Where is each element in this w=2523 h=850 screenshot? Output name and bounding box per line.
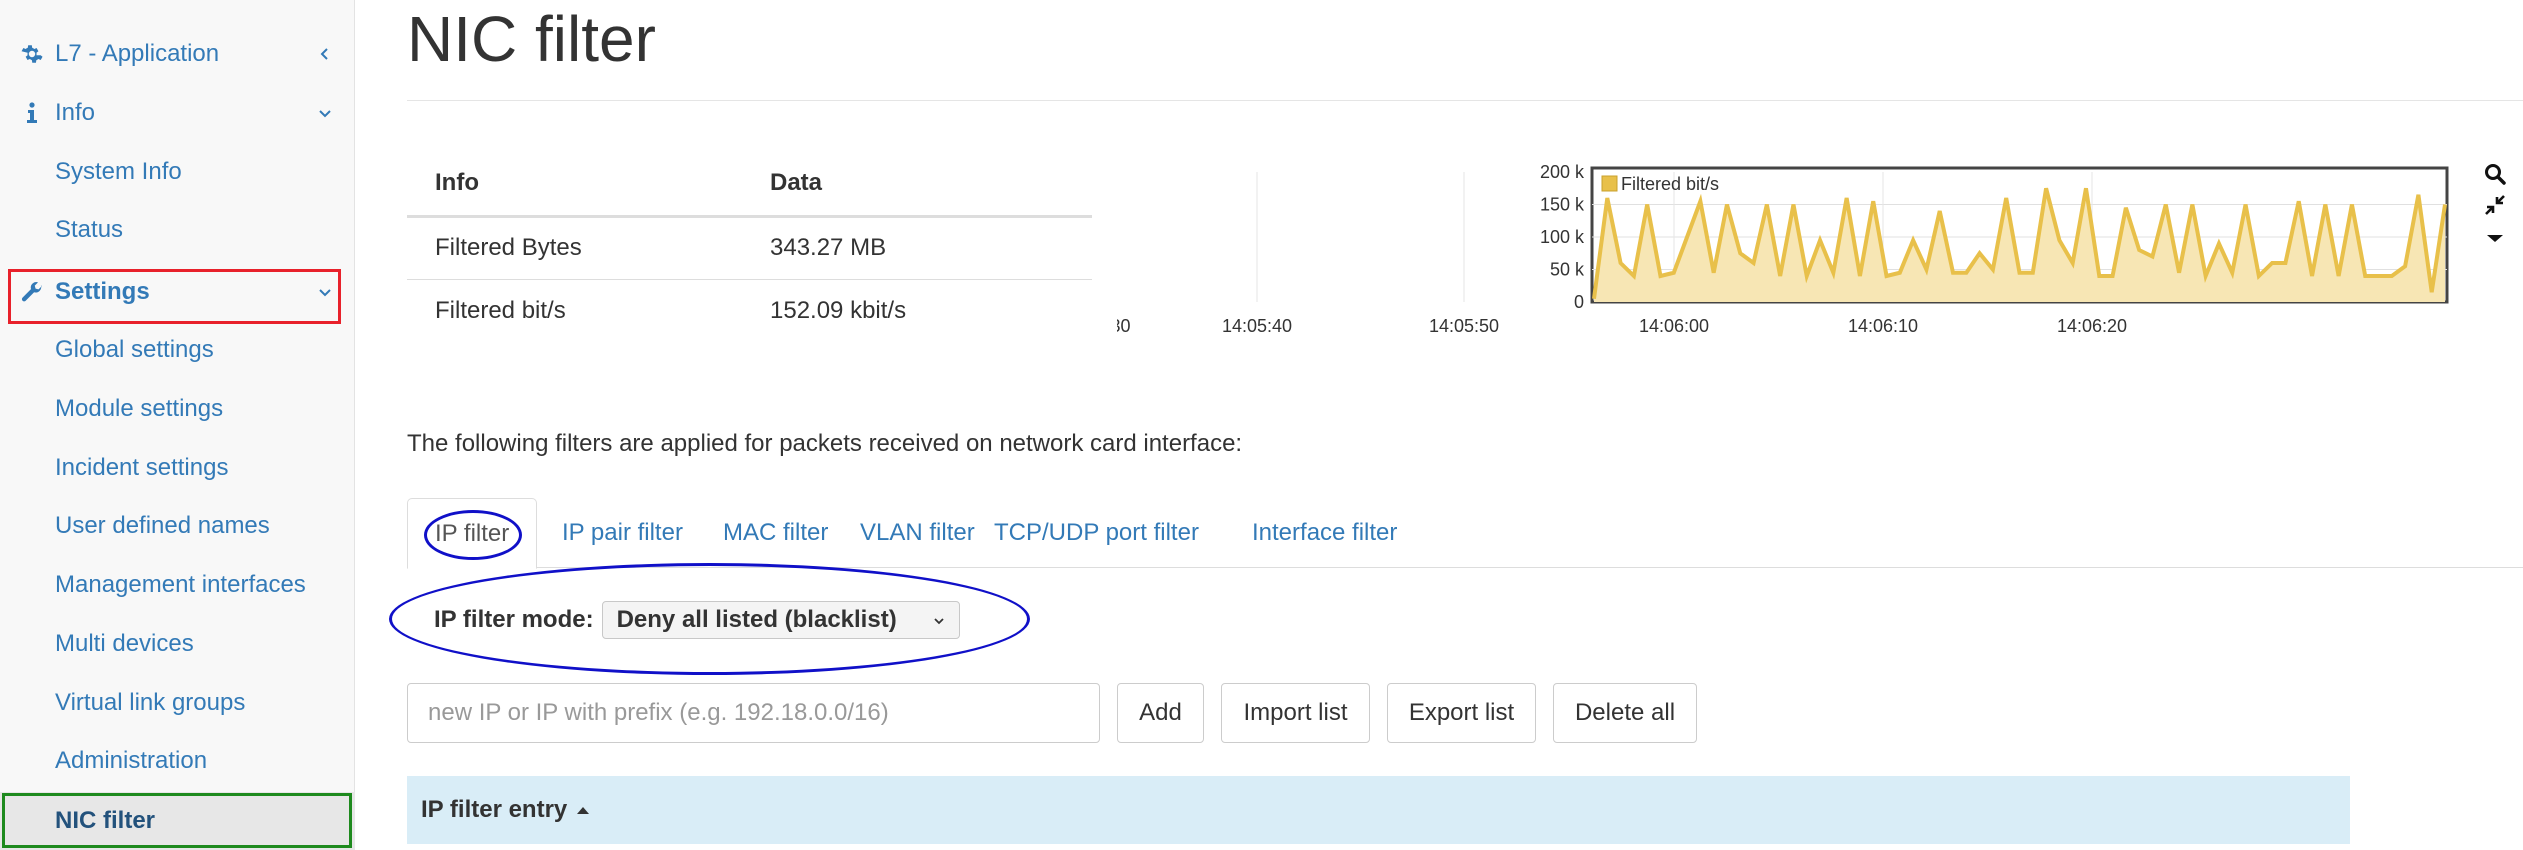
import-list-button[interactable]: Import list: [1221, 683, 1370, 743]
chevron-down-icon: [933, 606, 945, 634]
table-header-row: Info Data: [407, 152, 1092, 218]
info-icon: [20, 101, 44, 125]
sidebar-item-global-settings[interactable]: Global settings: [0, 321, 355, 379]
sidebar-item-label: Status: [55, 216, 124, 243]
tab-interface-filter[interactable]: Interface filter: [1225, 498, 1424, 568]
sidebar-item-label: Info: [55, 99, 96, 126]
column-header-info: Info: [407, 152, 742, 218]
filtered-bitrate-chart: 200 k 150 k 100 k 50 k 0 2020-04-16 14:05:30 1…: [963, 148, 2487, 348]
magnifier-icon[interactable]: [2479, 158, 2511, 190]
sidebar-item-administration[interactable]: Administration: [0, 732, 355, 790]
y-tick-label: 0: [1574, 292, 1584, 312]
sidebar-item-user-defined-names[interactable]: User defined names: [0, 497, 355, 555]
gear-icon: [20, 42, 44, 66]
sidebar-item-management-interfaces[interactable]: Management interfaces: [0, 556, 355, 614]
table-cell: Filtered Bytes: [407, 216, 742, 280]
collapse-icon[interactable]: [2479, 189, 2511, 221]
tab-annotation-oval: [424, 510, 522, 560]
x-tick-label: 14:05:50: [1429, 316, 1499, 336]
sidebar-item-label: Module settings: [55, 395, 224, 422]
sidebar-item-label: User defined names: [55, 512, 270, 539]
settings-highlight-box: [8, 269, 341, 324]
ip-filter-entry-column-header[interactable]: IP filter entry: [407, 776, 2350, 844]
tab-mac-filter[interactable]: MAC filter: [696, 498, 855, 568]
sidebar: L7 - Application Info System Info Status…: [0, 0, 355, 850]
add-button[interactable]: Add: [1117, 683, 1204, 743]
main-content: NIC filter Info Data Filtered Bytes 343.…: [389, 0, 2523, 844]
delete-all-button[interactable]: Delete all: [1553, 683, 1697, 743]
sidebar-item-info[interactable]: Info: [0, 84, 355, 142]
chevron-down-icon: [315, 103, 335, 123]
tab-ip-pair-filter[interactable]: IP pair filter: [535, 498, 710, 568]
table-cell: 152.09 kbit/s: [770, 296, 907, 324]
sidebar-item-label: Administration: [55, 747, 208, 774]
sidebar-item-multi-devices[interactable]: Multi devices: [0, 615, 355, 673]
table-cell: 343.27 MB: [742, 216, 1092, 280]
x-tick-label: 14:06:20: [2057, 316, 2127, 336]
tab-tcp-udp-port-filter[interactable]: TCP/UDP port filter: [967, 498, 1226, 568]
title-divider: [407, 100, 2523, 101]
page-title: NIC filter: [407, 3, 656, 75]
x-tick-label: 14:05:40: [1222, 316, 1292, 336]
filter-mode-select[interactable]: Deny all listed (blacklist): [601, 601, 960, 639]
sidebar-item-label: Global settings: [55, 336, 214, 363]
ip-input[interactable]: [407, 683, 1100, 743]
column-header-data: Data: [742, 152, 1092, 218]
filter-tabs: IP filter IP pair filter MAC filter VLAN…: [407, 498, 2523, 569]
sidebar-item-label: Management interfaces: [55, 571, 306, 598]
y-tick-label: 50 k: [1550, 260, 1585, 280]
table-row: Filtered bit/s 152.09 kbit/s: [407, 279, 1092, 342]
sidebar-item-incident-settings[interactable]: Incident settings: [0, 439, 355, 497]
chart-svg: 200 k 150 k 100 k 50 k 0 2020-04-16 14:05:30 1…: [963, 162, 2449, 336]
sort-ascending-icon: [577, 806, 590, 814]
sidebar-item-label: Incident settings: [55, 454, 229, 481]
column-header-label: IP filter entry: [421, 796, 568, 823]
legend-swatch: [1601, 175, 1618, 192]
sidebar-item-system-info[interactable]: System Info: [0, 143, 355, 201]
active-item-highlight-box: [2, 793, 352, 848]
export-list-button[interactable]: Export list: [1387, 683, 1536, 743]
info-table: Info Data Filtered Bytes 343.27 MB Filte…: [407, 152, 1092, 342]
y-tick-label: 200 k: [1540, 162, 1585, 182]
sidebar-item-label: Virtual link groups: [55, 689, 246, 716]
x-tick-label: 14:06:10: [1848, 316, 1918, 336]
sidebar-item-module-settings[interactable]: Module settings: [0, 380, 355, 438]
sidebar-item-label: System Info: [55, 158, 182, 185]
sidebar-item-label: L7 - Application: [55, 40, 220, 67]
sidebar-item-label: Multi devices: [55, 630, 194, 657]
legend-label: Filtered bit/s: [1621, 174, 1719, 194]
sidebar-item-l7-application[interactable]: L7 - Application: [0, 25, 355, 83]
sidebar-item-virtual-link-groups[interactable]: Virtual link groups: [0, 674, 355, 732]
caret-down-icon[interactable]: [2479, 222, 2511, 254]
chevron-left-icon: [315, 44, 335, 64]
filter-mode-label: IP filter mode:: [434, 606, 594, 633]
sidebar-item-status[interactable]: Status: [0, 201, 355, 259]
filters-description: The following filters are applied for pa…: [407, 430, 1243, 457]
y-tick-label: 150 k: [1540, 195, 1585, 215]
x-tick-label: 14:06:00: [1639, 316, 1709, 336]
table-row: Filtered Bytes 343.27 MB: [407, 216, 1092, 280]
table-cell: Filtered bit/s: [435, 296, 566, 324]
filter-mode-selected-value: Deny all listed (blacklist): [616, 606, 897, 633]
y-tick-label: 100 k: [1540, 227, 1585, 247]
filter-mode-row: IP filter mode: Deny all listed (blackli…: [434, 600, 960, 640]
x-tick-label: 2020-04-16 14:05:30: [1117, 316, 1131, 336]
